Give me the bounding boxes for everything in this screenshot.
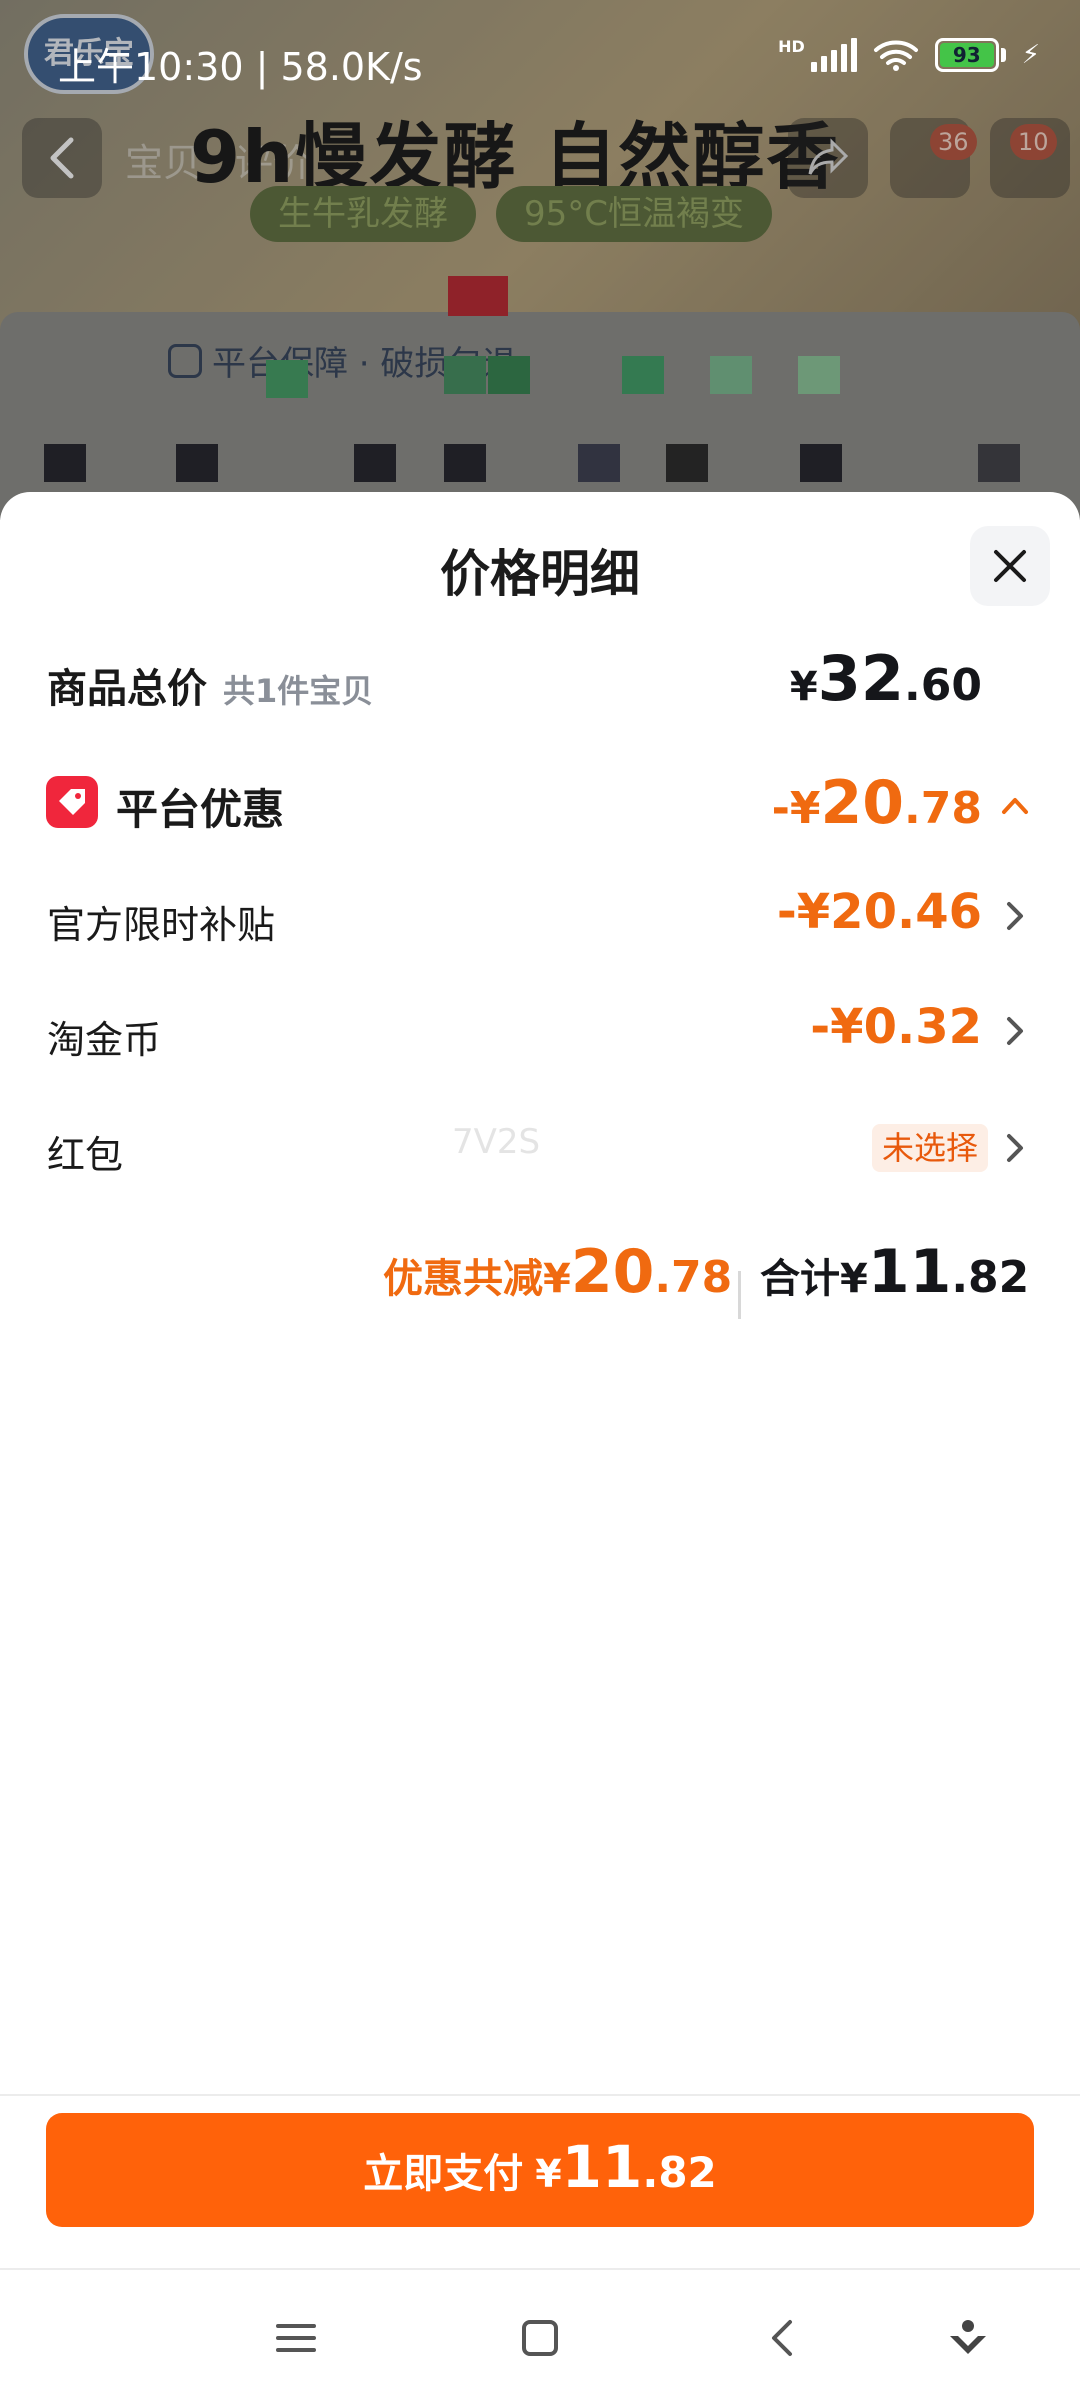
battery-icon: 93 [934, 38, 1006, 72]
status-time: 上午10:30 | 58.0K/s [58, 45, 423, 89]
discount-summary-integer: 20 [570, 1237, 655, 1307]
grand-total: 合计¥11.82 [760, 1237, 1029, 1307]
summary-divider [738, 1271, 741, 1319]
discount-summary-label: 优惠共减 [383, 1256, 543, 1302]
chevron-right-icon [1007, 902, 1023, 930]
system-navigation-bar [0, 2270, 1080, 2400]
yen-symbol: ¥ [840, 1256, 868, 1302]
status-icons: HD 93 ⚡ [778, 36, 1040, 72]
pay-integer: 11 [561, 2133, 643, 2201]
subsidy-amount: -¥20.46 [776, 884, 982, 940]
coins-label: 淘金币 [47, 1018, 162, 1062]
platform-discount-amount: -¥20.78 [772, 768, 982, 838]
sheet-title: 价格明细 [440, 545, 640, 603]
yen-symbol: ¥ [535, 2152, 562, 2196]
wifi-icon [873, 38, 919, 72]
home-square-icon[interactable] [516, 2314, 564, 2362]
signal-icon [810, 38, 857, 72]
price-decimal: .60 [904, 660, 982, 711]
chevron-right-icon [1007, 1134, 1023, 1162]
red-packet-status-badge[interactable]: 未选择 [872, 1124, 989, 1172]
total-decimal: .82 [951, 1252, 1030, 1303]
row-taojin-coins[interactable]: 淘金币 -¥0.32 [0, 999, 1080, 1069]
hd-indicator: HD [778, 36, 805, 56]
pay-decimal: .82 [642, 2148, 717, 2197]
total-discount: 优惠共减¥20.78 [383, 1237, 732, 1307]
discount-prefix: -¥ [771, 783, 821, 834]
total-price-label: 商品总价 共1件宝贝 [47, 656, 373, 714]
price-summary: 优惠共减¥20.78 合计¥11.82 [0, 1237, 1080, 1327]
close-button[interactable] [970, 526, 1050, 606]
discount-integer: 20 [820, 768, 905, 838]
back-icon[interactable] [760, 2314, 808, 2362]
pay-now-button[interactable]: 立即支付 ¥11.82 [46, 2113, 1034, 2227]
discount-summary-decimal: .78 [654, 1252, 733, 1303]
footer-divider [0, 2094, 1080, 2096]
battery-level: 93 [939, 43, 994, 67]
discount-decimal: .78 [904, 783, 982, 834]
charging-icon: ⚡ [1021, 40, 1040, 70]
row-total-price: 商品总价 共1件宝贝 ¥32.60 [0, 642, 1080, 722]
pay-button-label: 立即支付 [363, 2151, 524, 2197]
chevron-up-icon[interactable] [1000, 786, 1030, 826]
row-red-packet[interactable]: 红包 7V2S 未选择 [0, 1114, 1080, 1184]
total-label: 合计 [760, 1256, 840, 1302]
coupon-tag-icon [46, 776, 98, 828]
watermark-text: 7V2S [452, 1122, 541, 1162]
price-integer: 32 [817, 642, 905, 715]
total-integer: 11 [867, 1237, 952, 1307]
row-platform-discount[interactable]: 平台优惠 -¥20.78 [0, 762, 1080, 842]
platform-discount-label: 平台优惠 [116, 785, 285, 834]
coins-amount: -¥0.32 [810, 999, 982, 1055]
total-price-label-text: 商品总价 [47, 666, 207, 712]
menu-icon[interactable] [272, 2314, 320, 2362]
total-price-amount: ¥32.60 [790, 642, 982, 715]
row-official-subsidy[interactable]: 官方限时补贴 -¥20.46 [0, 884, 1080, 954]
close-icon [994, 550, 1026, 582]
yen-symbol: ¥ [543, 1256, 571, 1302]
red-packet-label: 红包 [47, 1133, 124, 1177]
assistant-icon[interactable] [944, 2314, 992, 2362]
item-count: 共1件宝贝 [223, 672, 374, 710]
subsidy-label: 官方限时补贴 [47, 903, 276, 947]
status-bar: 上午10:30 | 58.0K/s HD 93 ⚡ [0, 0, 1080, 120]
yen-symbol: ¥ [789, 664, 818, 710]
chevron-right-icon [1007, 1017, 1023, 1045]
